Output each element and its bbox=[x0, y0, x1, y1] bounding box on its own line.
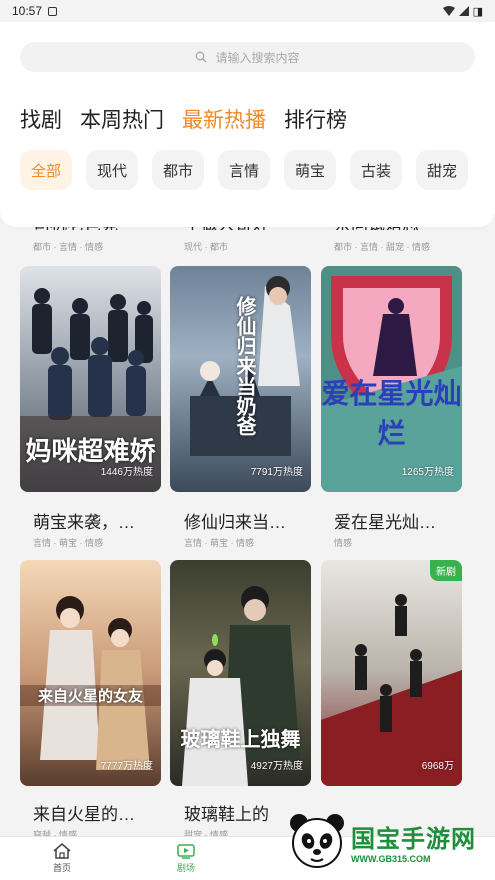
poster-caption: 爱在星光灿烂 bbox=[321, 377, 462, 450]
poster-caption: 修仙归来当奶爸 bbox=[233, 296, 257, 436]
drama-title[interactable]: 爱在星光灿… bbox=[334, 508, 474, 533]
nav-theater[interactable]: 剧场 bbox=[124, 837, 248, 880]
poster-image: 修仙归来当奶爸 bbox=[170, 266, 311, 492]
heat-count: 6968万 bbox=[421, 761, 454, 772]
drama-card[interactable]: 来自火星的女友 7777万热度 bbox=[20, 560, 161, 786]
tab-latest[interactable]: 最新热播 bbox=[182, 104, 266, 134]
heat-count: 4927万热度 bbox=[250, 761, 303, 772]
wifi-icon bbox=[442, 6, 455, 16]
search-placeholder[interactable]: 请输入搜索内容 bbox=[215, 49, 299, 66]
poster-image: 来自火星的女友 bbox=[20, 560, 161, 786]
search-bar[interactable]: 请输入搜索内容 bbox=[20, 42, 475, 72]
poster-caption: 来自火星的女友 bbox=[20, 685, 161, 706]
chip-romance[interactable]: 言情 bbox=[218, 150, 270, 190]
poster-image: 爱在星光灿烂 bbox=[321, 266, 462, 492]
chip-modern[interactable]: 现代 bbox=[86, 150, 138, 190]
heat-count: 1446万热度 bbox=[100, 467, 153, 478]
chip-sweet[interactable]: 甜宠 bbox=[416, 150, 468, 190]
drama-card[interactable]: 修仙归来当奶爸 7791万热度 bbox=[170, 266, 311, 492]
drama-tags: 都市 · 言情 · 甜宠 · 情感 bbox=[334, 242, 430, 252]
header: 请输入搜索内容 找剧 本周热门 最新热播 排行榜 全部 现代 都市 言情 萌宝 … bbox=[0, 22, 495, 227]
drama-card[interactable]: 新剧 6968万 bbox=[321, 560, 462, 786]
chip-ancient[interactable]: 古装 bbox=[350, 150, 402, 190]
home-icon bbox=[53, 843, 71, 859]
tv-icon bbox=[177, 844, 195, 859]
chip-all[interactable]: 全部 bbox=[20, 150, 72, 190]
watermark-logo: 国宝手游网 WWW.GB315.COM bbox=[285, 806, 495, 876]
heat-count: 7777万热度 bbox=[100, 761, 153, 772]
signal-icon bbox=[458, 6, 469, 16]
drama-title[interactable]: 来自火星的… bbox=[33, 800, 173, 825]
notification-icon bbox=[48, 6, 58, 16]
heat-count: 1265万热度 bbox=[401, 467, 454, 478]
tab-weekly-hot[interactable]: 本周热门 bbox=[80, 104, 164, 134]
chip-urban[interactable]: 都市 bbox=[152, 150, 204, 190]
heat-count: 7791万热度 bbox=[250, 467, 303, 478]
chip-cute-baby[interactable]: 萌宝 bbox=[284, 150, 336, 190]
tab-find[interactable]: 找剧 bbox=[20, 104, 62, 134]
drama-card[interactable]: 爱在星光灿烂 1265万热度 bbox=[321, 266, 462, 492]
main-tabs: 找剧 本周热门 最新热播 排行榜 bbox=[20, 104, 347, 134]
drama-tags: 情感 bbox=[334, 538, 353, 548]
nav-label: 剧场 bbox=[176, 863, 195, 873]
poster-image bbox=[321, 560, 462, 786]
drama-card[interactable]: 玻璃鞋上独舞 4927万热度 bbox=[170, 560, 311, 786]
drama-tags: 言情 · 萌宝 · 情感 bbox=[33, 538, 103, 548]
category-chips: 全部 现代 都市 言情 萌宝 古装 甜宠 bbox=[20, 150, 468, 190]
nav-label: 首页 bbox=[52, 863, 71, 873]
status-bar: 10:57 ◨ bbox=[0, 0, 495, 22]
drama-card[interactable]: 妈咪超难娇 1446万热度 bbox=[20, 266, 161, 492]
poster-caption: 玻璃鞋上独舞 bbox=[180, 727, 301, 751]
new-badge: 新剧 bbox=[430, 560, 462, 581]
tab-ranking[interactable]: 排行榜 bbox=[284, 104, 347, 134]
drama-grid[interactable]: 司机老爸竟 都市 · 言情 · 情感 不做大哥好 现代 · 都市 亲同试婚恋 都… bbox=[0, 210, 495, 836]
status-time: 10:57 bbox=[12, 4, 43, 18]
watermark-title: 国宝手游网 bbox=[351, 825, 476, 853]
battery-icon: ◨ bbox=[472, 5, 483, 18]
panda-logo-icon bbox=[290, 814, 344, 868]
watermark-url: WWW.GB315.COM bbox=[351, 853, 431, 864]
drama-tags: 甜宠 · 情感 bbox=[184, 830, 228, 836]
poster-image: 玻璃鞋上独舞 bbox=[170, 560, 311, 786]
drama-tags: 穿越 · 情感 bbox=[33, 830, 77, 836]
drama-title[interactable]: 萌宝来袭，… bbox=[33, 508, 173, 533]
drama-tags: 现代 · 都市 bbox=[184, 242, 228, 252]
drama-tags: 言情 · 萌宝 · 情感 bbox=[184, 538, 254, 548]
nav-home[interactable]: 首页 bbox=[0, 837, 124, 880]
drama-tags: 都市 · 言情 · 情感 bbox=[33, 242, 103, 252]
poster-image: 妈咪超难娇 bbox=[20, 266, 161, 492]
search-icon bbox=[196, 51, 207, 63]
drama-title[interactable]: 修仙归来当… bbox=[184, 508, 324, 533]
